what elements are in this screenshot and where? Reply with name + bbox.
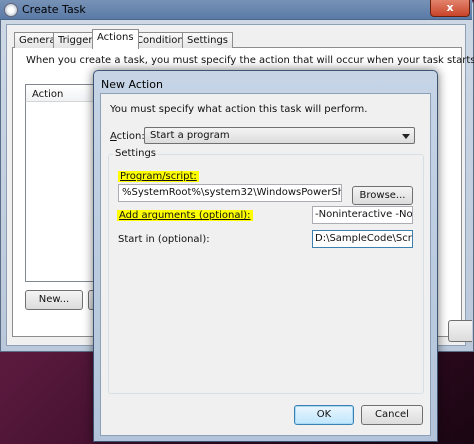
dialog-description: You must specify what action this task w…: [110, 104, 368, 115]
action-dropdown-value: Start a program: [150, 130, 230, 141]
start-in-input[interactable]: D:\SampleCode\Scripts: [312, 230, 413, 248]
ok-button[interactable]: OK: [294, 405, 354, 425]
new-action-button[interactable]: New...: [25, 290, 83, 310]
program-script-input[interactable]: %SystemRoot%\system32\WindowsPowerShell\…: [118, 184, 342, 202]
settings-group-label: Settings: [113, 148, 159, 159]
chevron-down-icon: [402, 134, 410, 139]
add-arguments-label: Add arguments (optional):: [117, 210, 253, 221]
actions-description: When you create a task, you must specify…: [26, 55, 474, 66]
cancel-button[interactable]: Cancel: [361, 405, 423, 425]
program-script-value: %SystemRoot%\system32\WindowsPowerShell\…: [122, 187, 342, 198]
action-label: Action:: [110, 131, 145, 142]
tab-actions[interactable]: Actions: [92, 29, 139, 49]
tab-settings[interactable]: Settings: [182, 32, 234, 48]
action-column-header-label: Action: [32, 89, 64, 100]
browse-button[interactable]: Browse...: [352, 186, 413, 205]
start-in-value: D:\SampleCode\Scripts: [315, 233, 412, 244]
clock-icon: [4, 3, 18, 17]
add-arguments-input[interactable]: -Noninteractive -Noprofile: [312, 206, 413, 224]
start-in-label: Start in (optional):: [118, 234, 210, 245]
close-icon[interactable]: x: [430, 0, 470, 17]
new-action-title: New Action: [101, 78, 163, 91]
create-task-ok-button[interactable]: [448, 320, 472, 342]
create-task-title: Create Task: [22, 3, 86, 16]
add-arguments-value: -Noninteractive -Noprofile: [315, 209, 413, 220]
program-script-label: Program/script:: [118, 171, 199, 182]
action-dropdown[interactable]: Start a program: [144, 127, 415, 144]
action-label-text: ction:: [116, 131, 145, 142]
